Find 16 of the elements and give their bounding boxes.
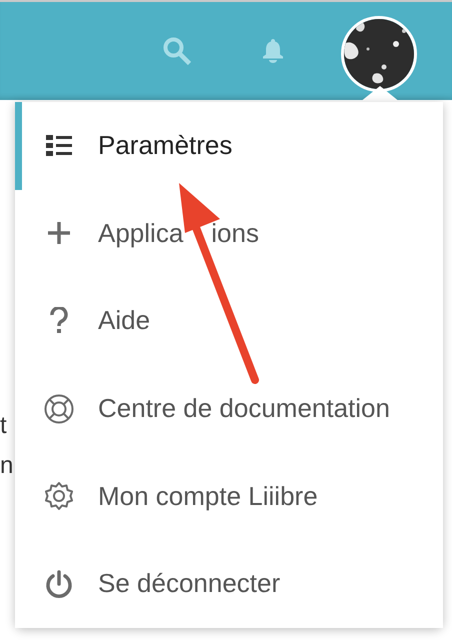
plus-icon	[47, 221, 71, 246]
power-icon	[45, 570, 73, 598]
search-icon[interactable]	[162, 36, 192, 66]
page-text: n	[0, 452, 14, 480]
gear-icon	[44, 481, 74, 512]
menu-item[interactable]: Aide	[15, 277, 443, 365]
menu-item[interactable]: Paramètres	[15, 102, 443, 190]
list-icon	[46, 134, 72, 157]
bell-icon[interactable]	[262, 38, 284, 64]
page-text: t	[0, 412, 8, 440]
question-mark-icon	[50, 306, 68, 335]
menu-item[interactable]: Centre de documentation	[15, 364, 443, 452]
lifebuoy-icon	[44, 394, 74, 424]
menu-item[interactable]: Mon compte Liiibre	[15, 452, 443, 540]
menu-item[interactable]: Applica ions	[15, 190, 443, 278]
menu-item[interactable]: Se déconnecter	[15, 540, 443, 628]
